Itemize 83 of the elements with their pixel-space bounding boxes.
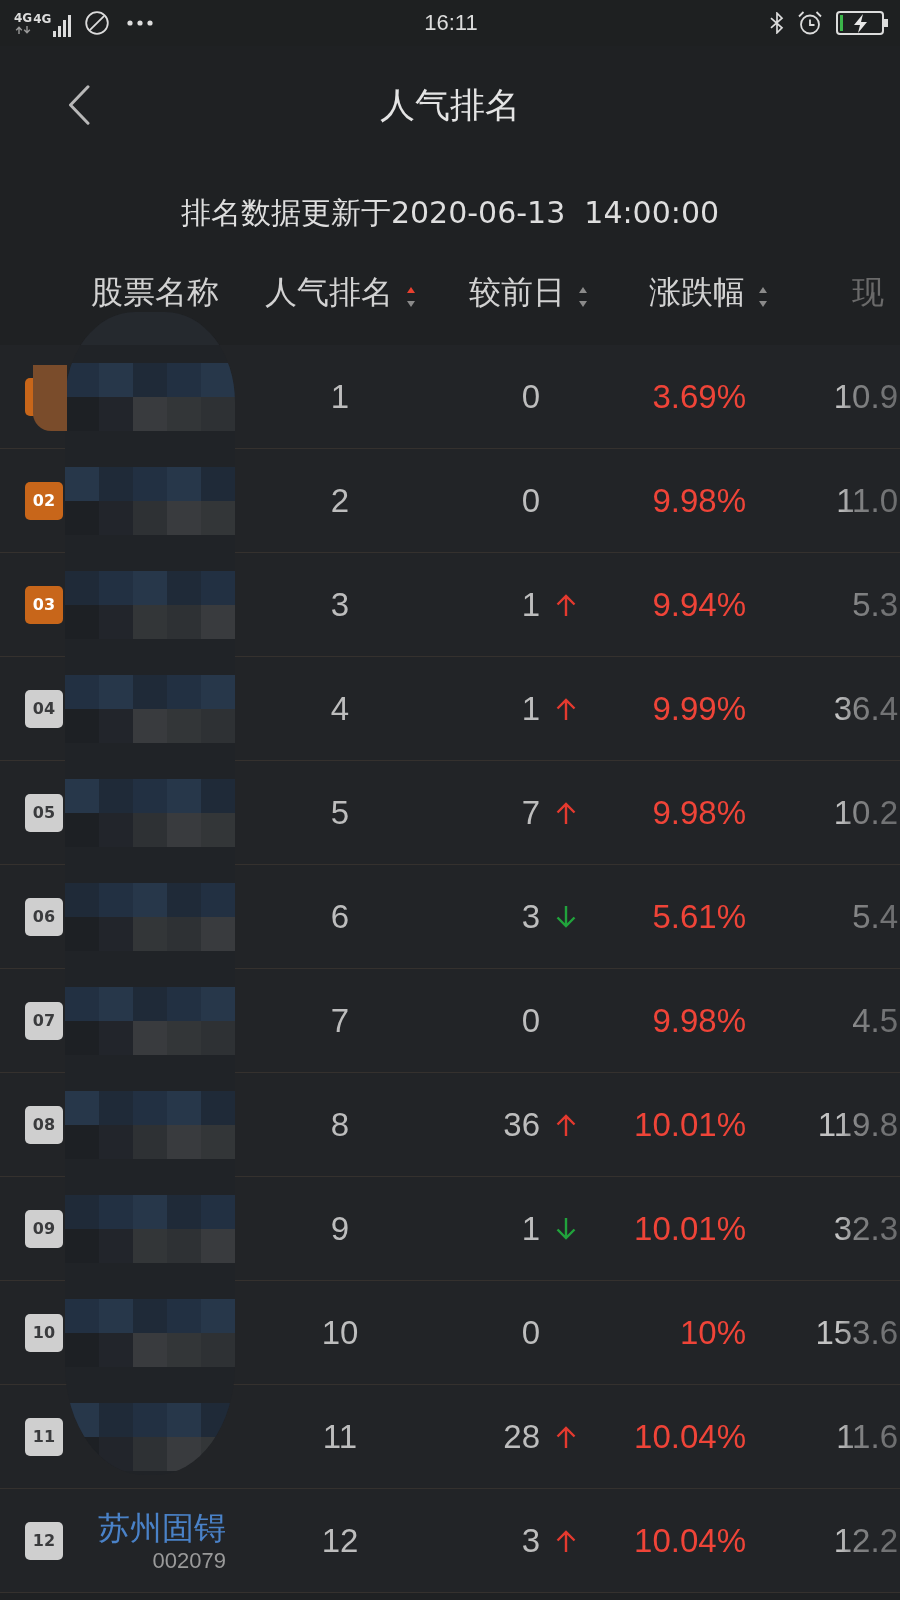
stock-code: 002079 xyxy=(152,1547,226,1574)
rank-value: 3 xyxy=(330,585,350,624)
rank-badge: 04 xyxy=(25,689,63,728)
change-value: 7 xyxy=(521,793,540,832)
rank-value: 9 xyxy=(330,1209,350,1248)
price-value: 153.6 xyxy=(815,1313,898,1352)
rank-value: 11 xyxy=(322,1417,358,1456)
change-percent: 10.01% xyxy=(634,1105,746,1144)
price-value: 10.9 xyxy=(833,377,898,416)
rank-badge: 12 xyxy=(25,1521,63,1560)
change-value: 0 xyxy=(521,377,540,416)
rank-badge: 03 xyxy=(25,585,63,624)
price-value: 5.4 xyxy=(852,897,898,936)
change-percent: 10% xyxy=(679,1313,746,1352)
price-value: 5.3 xyxy=(852,585,898,624)
price-value: 36.4 xyxy=(833,689,898,728)
data-arrows-icon xyxy=(15,26,32,34)
change-value: 36 xyxy=(503,1105,540,1144)
sort-icon[interactable] xyxy=(758,286,767,307)
change-value: 1 xyxy=(521,689,540,728)
rank-badge: 08 xyxy=(25,1105,63,1144)
clock-time: 16:11 xyxy=(424,10,478,36)
change-value: 0 xyxy=(521,481,540,520)
change-percent: 9.94% xyxy=(652,585,746,624)
stock-name[interactable]: 苏州固锝 xyxy=(98,1507,226,1548)
rank-value: 5 xyxy=(330,793,350,832)
change-percent: 9.98% xyxy=(652,1001,746,1040)
page-title: 人气排名 xyxy=(380,83,520,127)
rank-badge: 07 xyxy=(25,1001,63,1040)
sort-icon[interactable] xyxy=(578,286,587,307)
change-value: 3 xyxy=(521,1521,540,1560)
price-value: 119.8 xyxy=(817,1105,898,1144)
column-header: 股票名称 xyxy=(91,273,219,310)
rank-value: 4 xyxy=(330,689,350,728)
battery-charging-icon xyxy=(836,11,888,35)
more-dots-icon xyxy=(127,20,154,26)
rank-value: 1 xyxy=(330,377,350,416)
column-header[interactable]: 涨跌幅 xyxy=(648,273,745,310)
price-value: 12.2 xyxy=(833,1521,898,1560)
mosaic-patch xyxy=(33,365,67,431)
price-value: 10.2 xyxy=(833,793,898,832)
update-notice: 排名数据更新于2020-06-13 14:00:00 xyxy=(180,193,720,232)
rank-value: 6 xyxy=(330,897,350,936)
alarm-clock-icon xyxy=(798,11,822,35)
change-value: 3 xyxy=(521,897,540,936)
column-header: 现 xyxy=(852,273,884,310)
price-value: 32.3 xyxy=(833,1209,898,1248)
change-value: 1 xyxy=(521,585,540,624)
bluetooth-icon xyxy=(770,12,784,34)
change-percent: 9.98% xyxy=(652,481,746,520)
rank-badge: 06 xyxy=(25,897,63,936)
price-value: 11.0 xyxy=(836,481,898,520)
rank-badge: 02 xyxy=(25,481,63,520)
rank-value: 8 xyxy=(330,1105,350,1144)
change-percent: 5.61% xyxy=(652,897,746,936)
change-percent: 9.99% xyxy=(652,689,746,728)
sort-icon[interactable] xyxy=(407,286,415,307)
network-type-label: 4G xyxy=(33,13,52,26)
network-type-label: 4G xyxy=(14,12,33,25)
column-header[interactable]: 人气排名 xyxy=(265,273,393,310)
circle-slash-icon xyxy=(85,11,110,35)
rank-badge: 10 xyxy=(25,1313,63,1352)
rank-badge: 05 xyxy=(25,793,63,832)
rank-value: 2 xyxy=(330,481,350,520)
change-value: 0 xyxy=(521,1313,540,1352)
change-percent: 10.04% xyxy=(634,1417,746,1456)
rank-badge: 09 xyxy=(25,1209,63,1248)
change-percent: 3.69% xyxy=(652,377,746,416)
price-value: 11.6 xyxy=(836,1417,898,1456)
change-value: 0 xyxy=(521,1001,540,1040)
chevron-left-icon xyxy=(68,85,90,125)
rank-value: 12 xyxy=(321,1521,359,1560)
change-percent: 10.04% xyxy=(634,1521,746,1560)
rank-value: 10 xyxy=(321,1313,359,1352)
rank-badge: 11 xyxy=(25,1417,63,1456)
change-value: 1 xyxy=(521,1209,540,1248)
change-value: 28 xyxy=(503,1417,540,1456)
price-value: 4.5 xyxy=(852,1001,898,1040)
signal-bars-icon xyxy=(53,15,72,37)
change-percent: 10.01% xyxy=(634,1209,746,1248)
column-header[interactable]: 较前日 xyxy=(468,273,565,310)
rank-value: 7 xyxy=(330,1001,350,1040)
change-percent: 9.98% xyxy=(652,793,746,832)
